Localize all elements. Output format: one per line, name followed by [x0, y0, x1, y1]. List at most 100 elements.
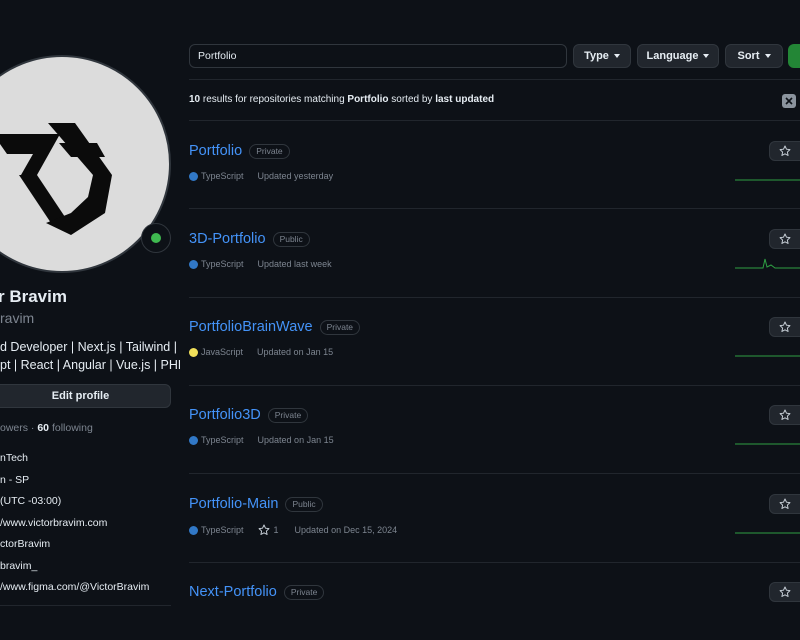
repo-updated: Updated on Jan 15 — [257, 347, 334, 357]
status-indicator[interactable] — [141, 223, 171, 253]
star-button[interactable] — [769, 317, 800, 337]
vcard-social-link[interactable]: ctorBravim — [0, 538, 149, 560]
visibility-badge: Private — [283, 584, 325, 600]
vcard-website-link[interactable]: /www.victorbravim.com — [0, 517, 149, 539]
star-button[interactable] — [769, 229, 800, 249]
repo-title-row: Portfolio3D Private — [189, 407, 309, 423]
language-color-icon — [189, 435, 198, 445]
profile-bio: d Developer | Next.js | Tailwind | pt | … — [0, 338, 180, 374]
vcard-social-link[interactable]: bravim_ — [0, 560, 149, 582]
edit-profile-button[interactable]: Edit profile — [0, 384, 171, 408]
divider — [189, 562, 800, 563]
repo-list-item: 3D-Portfolio Public TypeScript Updated last… — [189, 229, 800, 319]
repo-title-row: Portfolio Private — [189, 143, 290, 159]
star-button[interactable] — [769, 405, 800, 425]
visibility-badge: Private — [319, 319, 361, 335]
repo-language: TypeScript — [201, 435, 244, 445]
caret-down-icon — [764, 54, 771, 58]
repo-list-item: Next-Portfolio Private — [189, 582, 800, 640]
repo-updated: Updated last week — [257, 259, 332, 269]
repo-list-item: Portfolio-Main Public TypeScript 1 Updated o… — [189, 494, 800, 584]
repo-name-link[interactable]: Portfolio-Main — [189, 496, 278, 512]
activity-sparkline — [735, 179, 800, 181]
stargazers-link[interactable]: 1 — [258, 524, 279, 536]
star-count: 1 — [273, 525, 279, 535]
repo-search-input[interactable] — [189, 44, 567, 68]
repo-list-item: Portfolio3D Private TypeScript Updated on J… — [189, 405, 800, 495]
new-repository-button[interactable] — [788, 44, 800, 68]
repo-title-row: PortfolioBrainWave Private — [189, 319, 361, 335]
repo-meta: JavaScript Updated on Jan 15 — [189, 347, 333, 357]
activity-sparkline — [735, 355, 800, 357]
repo-language: TypeScript — [201, 259, 244, 269]
repo-name-link[interactable]: PortfolioBrainWave — [189, 319, 313, 335]
profile-sidebar: r Bravim ravim d Developer | Next.js | T… — [0, 0, 180, 640]
language-color-icon — [189, 347, 198, 357]
language-filter-button[interactable]: Language — [637, 44, 719, 68]
star-icon — [779, 233, 791, 245]
star-icon — [258, 524, 270, 536]
caret-down-icon — [613, 54, 620, 58]
star-icon — [779, 321, 791, 333]
online-status-icon — [151, 233, 161, 243]
repo-name-link[interactable]: Next-Portfolio — [189, 584, 277, 600]
star-button[interactable] — [769, 141, 800, 161]
repo-title-row: Next-Portfolio Private — [189, 584, 325, 600]
star-icon — [779, 586, 791, 598]
repo-meta: TypeScript Updated last week — [189, 259, 332, 269]
repo-language: TypeScript — [201, 171, 244, 181]
visibility-badge: Public — [272, 231, 310, 247]
star-icon — [779, 498, 791, 510]
repo-title-row: 3D-Portfolio Public — [189, 231, 310, 247]
star-button[interactable] — [769, 582, 800, 602]
star-icon — [779, 409, 791, 421]
language-color-icon — [189, 525, 198, 535]
star-button[interactable] — [769, 494, 800, 514]
bio-line: d Developer | Next.js | Tailwind | — [0, 340, 177, 354]
repo-title-row: Portfolio-Main Public — [189, 496, 323, 512]
repo-updated: Updated on Dec 15, 2024 — [294, 525, 398, 535]
activity-sparkline — [735, 443, 800, 445]
following-count: 60 — [37, 422, 50, 434]
activity-sparkline — [735, 532, 800, 534]
followers-line[interactable]: owers · 60 following — [0, 422, 93, 434]
profile-name: r Bravim — [0, 287, 67, 306]
vcard-company: nTech — [0, 452, 29, 464]
repo-updated: Updated yesterday — [257, 171, 334, 181]
divider — [189, 120, 800, 121]
visibility-badge: Public — [285, 496, 323, 512]
repo-name-link[interactable]: Portfolio — [189, 143, 242, 159]
visibility-badge: Private — [267, 407, 309, 423]
repo-name-link[interactable]: 3D-Portfolio — [189, 231, 266, 247]
language-color-icon — [189, 171, 198, 181]
repo-language: JavaScript — [201, 347, 244, 357]
vcard-timezone: (UTC -03:00) — [0, 495, 62, 507]
type-filter-button[interactable]: Type — [573, 44, 631, 68]
sort-filter-button[interactable]: Sort — [725, 44, 783, 68]
repo-language: TypeScript — [201, 525, 244, 535]
caret-down-icon — [703, 54, 710, 58]
language-color-icon — [189, 259, 198, 269]
repo-list-item: PortfolioBrainWave Private JavaScript Updat… — [189, 317, 800, 407]
results-summary: 10 results for repositories matching Por… — [189, 94, 495, 105]
star-icon — [779, 145, 791, 157]
divider — [189, 473, 800, 474]
divider — [189, 385, 800, 386]
vcard-location: n - SP — [0, 473, 30, 486]
profile-username: ravim — [0, 310, 35, 326]
close-icon — [785, 97, 793, 105]
divider — [189, 79, 800, 80]
sidebar-divider — [0, 605, 171, 606]
profile-vcard: nTech n - SP (UTC -03:00) /www.victorbra… — [0, 452, 149, 603]
vcard-social-link[interactable]: /www.figma.com/@VictorBravim — [0, 581, 149, 603]
repo-meta: TypeScript Updated yesterday — [189, 171, 333, 181]
repo-updated: Updated on Jan 15 — [257, 435, 334, 445]
clear-filter-button[interactable] — [782, 94, 796, 108]
repo-meta: TypeScript Updated on Jan 15 — [189, 435, 334, 445]
repo-name-link[interactable]: Portfolio3D — [189, 407, 261, 423]
visibility-badge: Private — [249, 143, 290, 159]
divider — [189, 297, 800, 298]
bio-line: pt | React | Angular | Vue.js | PHP — [0, 358, 180, 372]
repo-list-item: Portfolio Private TypeScript Updated yester… — [189, 141, 800, 231]
divider — [189, 208, 800, 209]
